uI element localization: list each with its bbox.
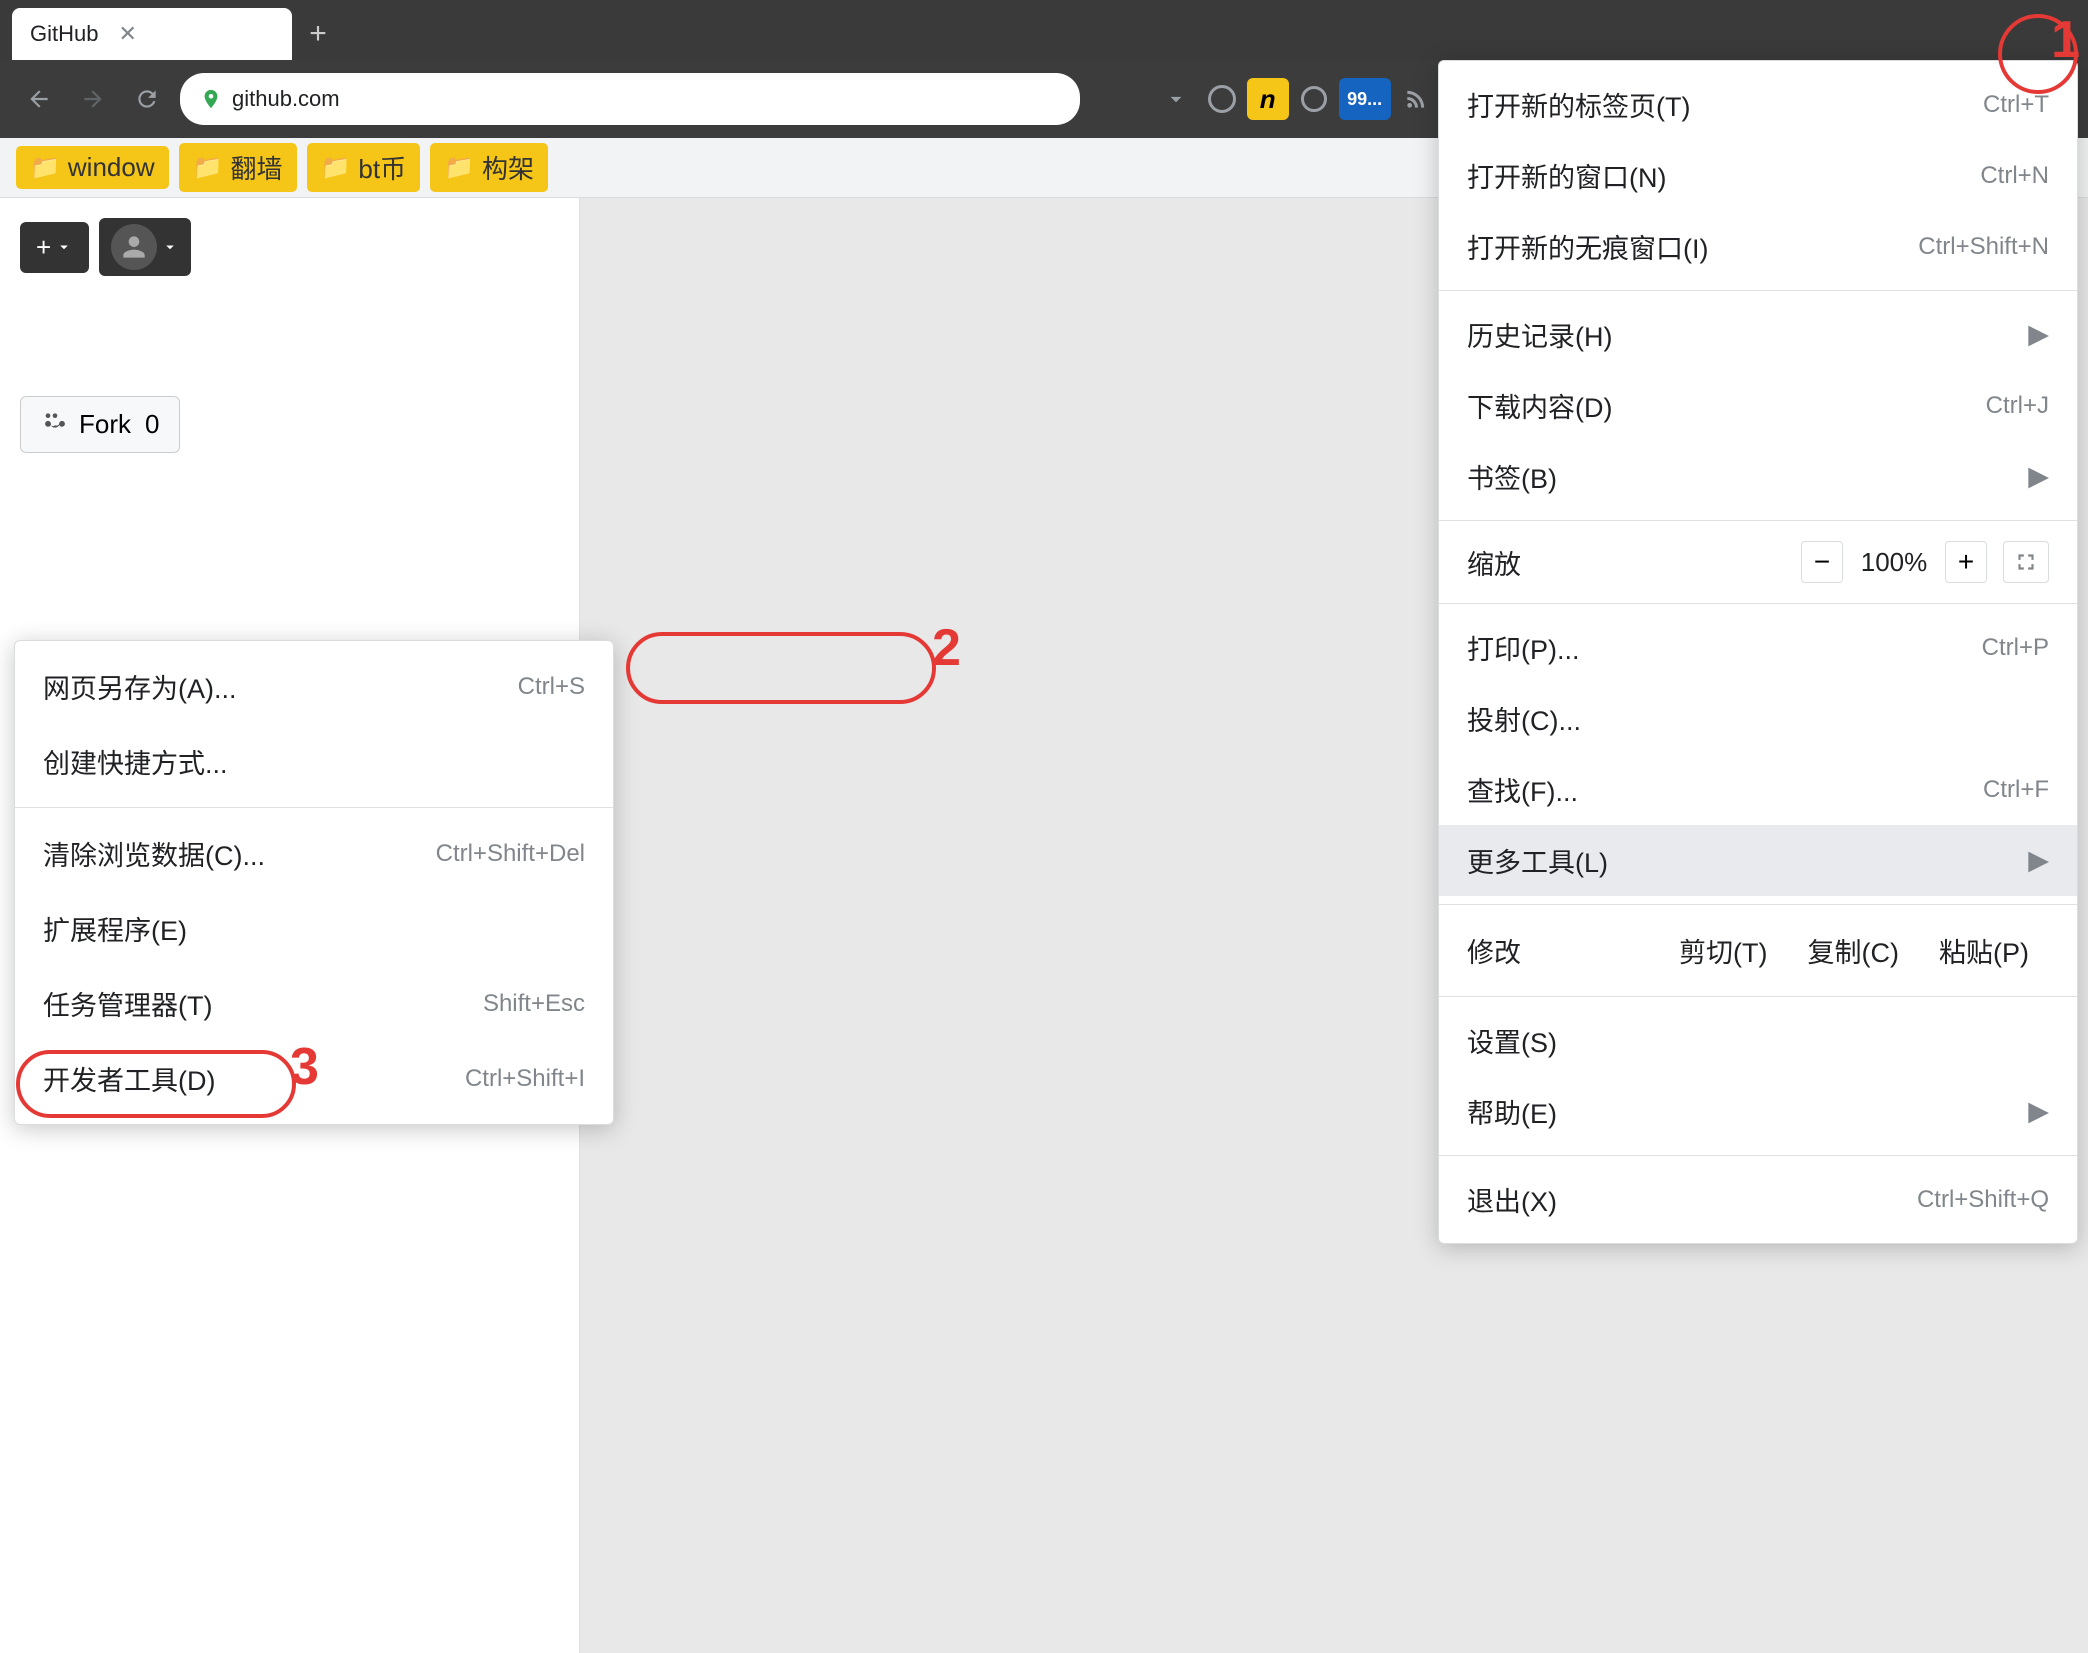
menu-quit-shortcut: Ctrl+Shift+Q: [1917, 1186, 2049, 1214]
menu-sep-6: [1439, 1155, 2077, 1156]
submenu-task-manager-label: 任务管理器(T): [43, 984, 212, 1023]
edit-label: 修改: [1467, 931, 1659, 970]
fullscreen-button[interactable]: [2003, 541, 2049, 583]
tab-title: GitHub: [30, 21, 98, 47]
menu-find-label: 查找(F)...: [1467, 770, 1578, 809]
edit-row: 修改 剪切(T) 复制(C) 粘贴(P): [1439, 913, 2077, 988]
menu-incognito[interactable]: 打开新的无痕窗口(I) Ctrl+Shift+N: [1439, 211, 2077, 282]
submenu-save-shortcut: Ctrl+S: [518, 673, 585, 701]
active-tab[interactable]: GitHub ✕: [12, 8, 292, 60]
submenu-task-manager-shortcut: Shift+Esc: [483, 990, 585, 1018]
menu-sep-1: [1439, 290, 2077, 291]
back-button[interactable]: [16, 76, 62, 122]
menu-sep-4: [1439, 904, 2077, 905]
menu-print[interactable]: 打印(P)... Ctrl+P: [1439, 612, 2077, 683]
new-button[interactable]: +: [20, 222, 89, 273]
submenu-extensions[interactable]: 扩展程序(E): [15, 891, 613, 966]
submenu-create-shortcut[interactable]: 创建快捷方式...: [15, 724, 613, 799]
menu-history-label: 历史记录(H): [1467, 315, 1612, 354]
main-menu: 打开新的标签页(T) Ctrl+T 打开新的窗口(N) Ctrl+N 打开新的无…: [1438, 60, 2078, 1244]
menu-downloads[interactable]: 下载内容(D) Ctrl+J: [1439, 370, 2077, 441]
refresh-button[interactable]: [124, 76, 170, 122]
ext-rss-icon[interactable]: [1395, 78, 1437, 120]
forward-button[interactable]: [70, 76, 116, 122]
menu-new-window-label: 打开新的窗口(N): [1467, 156, 1666, 195]
user-avatar-dropdown[interactable]: [99, 218, 191, 276]
menu-sep-3: [1439, 603, 2077, 604]
menu-settings[interactable]: 设置(S): [1439, 1005, 2077, 1076]
submenu-task-manager[interactable]: 任务管理器(T) Shift+Esc: [15, 966, 613, 1041]
url-text: github.com: [232, 86, 340, 112]
submenu-extensions-label: 扩展程序(E): [43, 909, 187, 948]
ext-n-icon[interactable]: n: [1247, 78, 1289, 120]
bookmark-window[interactable]: 📁 window: [16, 146, 169, 189]
zoom-row: 缩放 − 100% +: [1439, 529, 2077, 595]
submenu-clear-data-shortcut: Ctrl+Shift+Del: [436, 840, 585, 868]
tab-close[interactable]: ✕: [118, 21, 136, 47]
annotation-oval-2: [626, 632, 936, 704]
menu-new-tab-label: 打开新的标签页(T): [1467, 85, 1690, 124]
fork-count: 0: [145, 409, 159, 440]
menu-find-shortcut: Ctrl+F: [1983, 776, 2049, 804]
fork-label: Fork: [79, 409, 131, 440]
menu-more-tools[interactable]: 更多工具(L) ▶: [1439, 825, 2077, 896]
extensions-icon-1[interactable]: [1155, 78, 1197, 120]
submenu: 网页另存为(A)... Ctrl+S 创建快捷方式... 清除浏览数据(C)..…: [14, 640, 614, 1125]
annotation-number-2: 2: [932, 618, 961, 678]
submenu-create-shortcut-label: 创建快捷方式...: [43, 742, 228, 781]
menu-find[interactable]: 查找(F)... Ctrl+F: [1439, 754, 2077, 825]
menu-new-window-shortcut: Ctrl+N: [1980, 162, 2049, 190]
paste-button[interactable]: 粘贴(P): [1919, 923, 2049, 978]
menu-print-label: 打印(P)...: [1467, 628, 1580, 667]
submenu-sep-1: [15, 807, 613, 808]
menu-new-tab[interactable]: 打开新的标签页(T) Ctrl+T: [1439, 69, 2077, 140]
ext-circle-icon[interactable]: [1293, 78, 1335, 120]
submenu-clear-data-label: 清除浏览数据(C)...: [43, 834, 265, 873]
submenu-save-label: 网页另存为(A)...: [43, 667, 237, 706]
menu-print-shortcut: Ctrl+P: [1982, 634, 2049, 662]
menu-settings-label: 设置(S): [1467, 1021, 1557, 1060]
menu-cast[interactable]: 投射(C)...: [1439, 683, 2077, 754]
bookmark-btcoin[interactable]: 📁 bt币: [307, 143, 421, 192]
menu-quit-label: 退出(X): [1467, 1180, 1557, 1219]
zoom-value: 100%: [1859, 547, 1929, 578]
submenu-dev-tools-shortcut: Ctrl+Shift+I: [465, 1065, 585, 1093]
menu-bookmarks[interactable]: 书签(B) ▶: [1439, 441, 2077, 512]
submenu-save-page[interactable]: 网页另存为(A)... Ctrl+S: [15, 649, 613, 724]
menu-downloads-shortcut: Ctrl+J: [1986, 392, 2049, 420]
menu-incognito-shortcut: Ctrl+Shift+N: [1918, 233, 2049, 261]
zoom-label: 缩放: [1467, 543, 1785, 582]
menu-bookmarks-label: 书签(B): [1467, 457, 1557, 496]
menu-quit[interactable]: 退出(X) Ctrl+Shift+Q: [1439, 1164, 2077, 1235]
menu-new-window[interactable]: 打开新的窗口(N) Ctrl+N: [1439, 140, 2077, 211]
menu-downloads-label: 下载内容(D): [1467, 386, 1612, 425]
submenu-dev-tools-label: 开发者工具(D): [43, 1059, 215, 1098]
copy-button[interactable]: 复制(C): [1788, 923, 1919, 978]
menu-cast-label: 投射(C)...: [1467, 699, 1581, 738]
submenu-dev-tools[interactable]: 开发者工具(D) Ctrl+Shift+I: [15, 1041, 613, 1116]
menu-help-label: 帮助(E): [1467, 1092, 1557, 1131]
menu-sep-5: [1439, 996, 2077, 997]
submenu-clear-data[interactable]: 清除浏览数据(C)... Ctrl+Shift+Del: [15, 816, 613, 891]
menu-more-tools-label: 更多工具(L): [1467, 841, 1608, 880]
menu-sep-2: [1439, 520, 2077, 521]
ext-badge-count: 99...: [1347, 89, 1382, 110]
zoom-increase-button[interactable]: +: [1945, 541, 1987, 583]
menu-new-tab-shortcut: Ctrl+T: [1983, 91, 2049, 119]
address-bar[interactable]: github.com: [180, 73, 1080, 125]
cut-button[interactable]: 剪切(T): [1659, 923, 1787, 978]
menu-help[interactable]: 帮助(E) ▶: [1439, 1076, 2077, 1147]
bookmark-gouzha[interactable]: 📁 构架: [430, 143, 548, 192]
fork-button[interactable]: Fork 0: [20, 396, 180, 453]
bookmark-fanqiang[interactable]: 📁 翻墙: [179, 143, 297, 192]
ext-badge-icon[interactable]: 99...: [1339, 78, 1391, 120]
new-tab-button[interactable]: +: [292, 8, 344, 60]
menu-incognito-label: 打开新的无痕窗口(I): [1467, 227, 1708, 266]
menu-history[interactable]: 历史记录(H) ▶: [1439, 299, 2077, 370]
zoom-decrease-button[interactable]: −: [1801, 541, 1843, 583]
ext-atom-icon[interactable]: [1201, 78, 1243, 120]
